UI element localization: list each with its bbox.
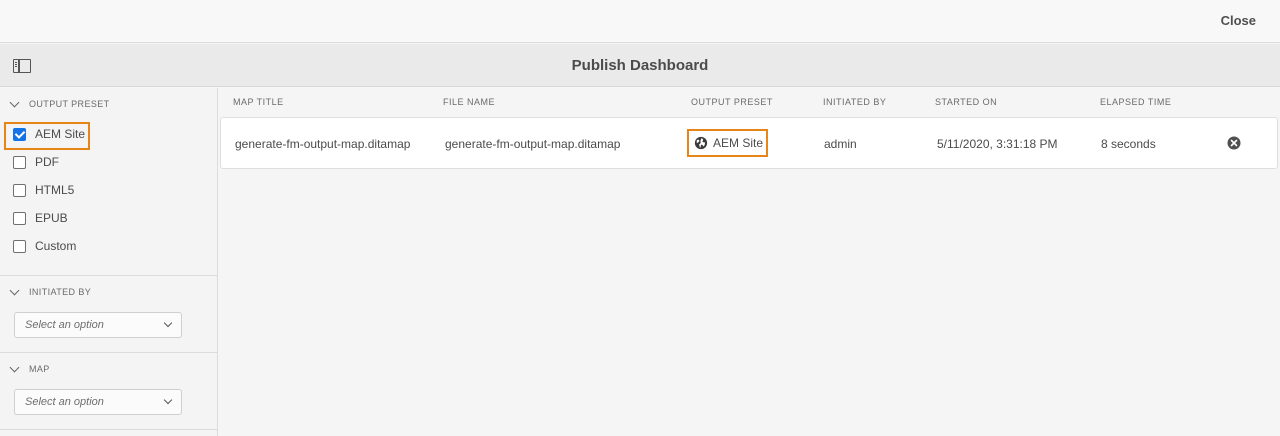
checkbox-epub[interactable]: EPUB <box>0 204 217 232</box>
section-header-output-preset[interactable]: OUTPUT PRESET <box>0 88 217 120</box>
checkbox-icon[interactable] <box>13 211 26 225</box>
column-header-map-title[interactable]: MAP TITLE <box>233 97 284 107</box>
title-bar: Publish Dashboard <box>0 44 1280 87</box>
chevron-down-icon <box>9 285 20 295</box>
filter-section-initiated-by: INITIATED BY Select an option <box>0 276 217 353</box>
section-label: INITIATED BY <box>29 287 92 297</box>
cell-file-name: generate-fm-output-map.ditamap <box>445 137 621 151</box>
column-header-output-preset[interactable]: OUTPUT PRESET <box>691 97 773 107</box>
section-header-initiated-by[interactable]: INITIATED BY <box>0 276 217 308</box>
cell-elapsed-time: 8 seconds <box>1101 137 1156 151</box>
column-header-elapsed-time[interactable]: ELAPSED TIME <box>1100 97 1171 107</box>
chevron-down-icon <box>163 395 173 405</box>
filter-sidebar: OUTPUT PRESET AEM Site PDF HTML5 EPUB Cu… <box>0 88 218 436</box>
select-placeholder: Select an option <box>25 396 104 408</box>
checkbox-icon[interactable] <box>13 239 26 253</box>
map-select[interactable]: Select an option <box>14 389 182 415</box>
column-header-file-name[interactable]: FILE NAME <box>443 97 495 107</box>
section-label: OUTPUT PRESET <box>29 99 110 109</box>
column-header-started-on[interactable]: STARTED ON <box>935 97 997 107</box>
highlight-annotation <box>4 122 90 150</box>
chevron-down-icon <box>163 318 173 328</box>
checkbox-label: EPUB <box>35 211 68 225</box>
table-header: MAP TITLE FILE NAME OUTPUT PRESET INITIA… <box>219 88 1280 116</box>
page-title: Publish Dashboard <box>571 57 709 74</box>
top-bar: Close <box>0 0 1280 43</box>
checkbox-custom[interactable]: Custom <box>0 232 217 260</box>
globe-icon <box>694 136 708 150</box>
cell-initiated-by: admin <box>824 137 857 151</box>
cell-map-title: generate-fm-output-map.ditamap <box>235 137 411 151</box>
filter-section-map: MAP Select an option <box>0 353 217 430</box>
filter-section-output-preset: OUTPUT PRESET AEM Site PDF HTML5 EPUB Cu… <box>0 88 217 276</box>
cell-output-preset: AEM Site <box>687 129 768 157</box>
cancel-circle-icon[interactable] <box>1227 136 1241 150</box>
select-placeholder: Select an option <box>25 319 104 331</box>
chevron-down-icon <box>9 362 20 372</box>
checkbox-html5[interactable]: HTML5 <box>0 176 217 204</box>
cell-started-on: 5/11/2020, 3:31:18 PM <box>937 137 1058 151</box>
checkbox-icon[interactable] <box>13 155 26 169</box>
close-button[interactable]: Close <box>1221 13 1256 28</box>
initiated-by-select[interactable]: Select an option <box>14 312 182 338</box>
column-header-initiated-by[interactable]: INITIATED BY <box>823 97 886 107</box>
chevron-down-icon <box>9 97 20 107</box>
checkbox-label: HTML5 <box>35 183 75 197</box>
section-label: MAP <box>29 364 50 374</box>
checkbox-label: PDF <box>35 155 59 169</box>
checkbox-icon[interactable] <box>13 183 26 197</box>
table-row[interactable]: generate-fm-output-map.ditamap generate-… <box>220 117 1278 169</box>
section-header-map[interactable]: MAP <box>0 353 217 385</box>
checkbox-label: Custom <box>35 239 77 253</box>
output-preset-label: AEM Site <box>713 136 764 150</box>
checkbox-pdf[interactable]: PDF <box>0 148 217 176</box>
publish-table: MAP TITLE FILE NAME OUTPUT PRESET INITIA… <box>219 88 1280 436</box>
